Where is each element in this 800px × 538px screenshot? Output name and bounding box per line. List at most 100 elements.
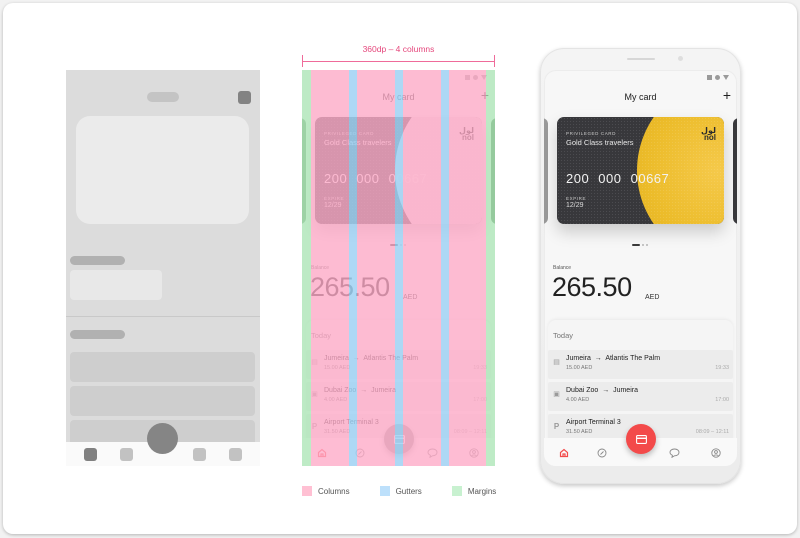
chat-icon [669, 448, 679, 458]
add-card-button[interactable]: + [481, 87, 489, 103]
wireframe-nav-item [229, 448, 242, 461]
wireframe-nav-item [120, 448, 133, 461]
transaction-route: Dubai Zoo → Jumeira [324, 387, 396, 394]
pager-dot[interactable] [390, 244, 398, 246]
transaction-amount: 4.00 AED [566, 397, 590, 403]
card-fab-button[interactable] [384, 424, 414, 454]
legend-label: Margins [467, 486, 497, 496]
wireframe-list-row [70, 386, 255, 416]
pager-dot[interactable] [646, 244, 648, 246]
status-bar [707, 75, 729, 80]
profile-icon [711, 448, 721, 458]
transaction-time: 08:09 – 12:11 [695, 429, 729, 435]
pager-dot[interactable] [400, 244, 402, 246]
train-icon: ▤ [553, 359, 560, 366]
transactions-header: Today [553, 331, 574, 340]
bus-icon: ▣ [311, 391, 318, 398]
phone-speaker [627, 58, 655, 60]
card-type-label: PRIVILEGED CARD [566, 131, 617, 136]
circle-icon [715, 75, 720, 80]
legend-swatch-columns [302, 486, 312, 496]
card-main[interactable]: PRIVILEGED CARD Gold Class travelers 200… [315, 117, 482, 224]
card-main[interactable]: PRIVILEGED CARD Gold Class travelers 200… [557, 117, 724, 224]
nav-profile[interactable] [468, 447, 480, 459]
bus-icon: ▣ [553, 391, 560, 398]
legend-label: Gutters [395, 486, 422, 496]
balance-currency: AED [645, 294, 660, 301]
card-expire-value: 12/29 [566, 202, 584, 209]
transaction-amount: 31.50 AED [566, 429, 593, 435]
legend-item-gutters: Gutters [379, 486, 422, 496]
grid-phone: My card + PRIVILEGED CARD Gold Class tra… [302, 70, 495, 466]
pager-dot[interactable] [642, 244, 644, 246]
chat-icon [427, 448, 437, 458]
nol-logo-icon: لول nol [459, 126, 474, 142]
card-expire-label: EXPIRE [566, 196, 587, 201]
transaction-row[interactable]: ▣ Dubai Zoo → Jumeira 4.00 AED 17:00 [306, 382, 491, 411]
transaction-row[interactable]: ▣ Dubai Zoo → Jumeira 4.00 AED 17:00 [548, 382, 733, 411]
nav-chat[interactable] [668, 447, 680, 459]
card-name: Gold Class travelers [566, 138, 634, 147]
transaction-row[interactable]: ▤ Jumeira → Atlantis The Palm 15.00 AED … [548, 350, 733, 379]
transaction-route: Airport Terminal 3 [566, 419, 621, 426]
status-bar [465, 75, 487, 80]
phone-screen: My card + PRIVILEGED CARD Gold Class tra… [544, 70, 737, 466]
transaction-route: Jumeira → Atlantis The Palm [324, 355, 419, 362]
wireframe-section-label-placeholder [70, 330, 125, 339]
grid-phone-screen: My card + PRIVILEGED CARD Gold Class tra… [302, 70, 495, 466]
transaction-amount: 15.00 AED [566, 365, 593, 371]
explore-icon [597, 448, 607, 458]
balance-currency: AED [403, 294, 418, 301]
legend-swatch-margins [451, 486, 462, 496]
parking-icon: P [553, 422, 560, 431]
card-previous[interactable] [302, 118, 306, 224]
wireframe-divider [66, 316, 260, 317]
nav-home[interactable] [316, 447, 328, 459]
transaction-route: Jumeira → Atlantis The Palm [566, 355, 661, 362]
card-next[interactable] [491, 118, 495, 224]
legend-item-columns: Columns [302, 486, 350, 496]
explore-icon [355, 448, 365, 458]
home-icon [559, 448, 569, 458]
nav-home[interactable] [558, 447, 570, 459]
card-next[interactable] [733, 118, 737, 224]
train-icon: ▤ [311, 359, 318, 366]
wireframe-nav-item [193, 448, 206, 461]
transactions-header: Today [311, 331, 332, 340]
phone-camera [678, 56, 683, 61]
triangle-icon [481, 75, 487, 80]
transaction-amount: 4.00 AED [324, 397, 348, 403]
square-icon [465, 75, 470, 80]
nav-explore[interactable] [596, 447, 608, 459]
transaction-time: 08:09 – 12:11 [453, 429, 487, 435]
legend-swatch-gutters [379, 486, 390, 496]
transaction-time: 19:33 [715, 365, 729, 371]
card-name: Gold Class travelers [324, 138, 392, 147]
pager-dot[interactable] [632, 244, 640, 246]
transaction-time: 17:00 [715, 397, 729, 403]
legend-item-margins: Margins [451, 486, 497, 496]
home-icon [317, 448, 327, 458]
nav-explore[interactable] [354, 447, 366, 459]
app-title: My card [624, 92, 657, 102]
card-previous[interactable] [544, 118, 548, 224]
legend-label: Columns [318, 486, 350, 496]
transaction-row[interactable]: ▤ Jumeira → Atlantis The Palm 15.00 AED … [306, 350, 491, 379]
transaction-route: Airport Terminal 3 [324, 419, 379, 426]
card-expire-label: EXPIRE [324, 196, 345, 201]
balance-label: Balance [311, 265, 330, 271]
nav-chat[interactable] [426, 447, 438, 459]
nav-profile[interactable] [710, 447, 722, 459]
pager-dot[interactable] [404, 244, 406, 246]
wireframe-action-placeholder [238, 91, 251, 104]
card-fab-button[interactable] [626, 424, 656, 454]
card-pager [632, 244, 648, 246]
wireframe-list-row [70, 352, 255, 382]
add-card-button[interactable]: + [723, 87, 731, 103]
nol-logo-icon: لول nol [701, 126, 716, 142]
card-pager [390, 244, 406, 246]
parking-icon: P [311, 422, 318, 431]
circle-icon [473, 75, 478, 80]
phone-mockup: My card + PRIVILEGED CARD Gold Class tra… [540, 48, 741, 484]
profile-icon [469, 448, 479, 458]
